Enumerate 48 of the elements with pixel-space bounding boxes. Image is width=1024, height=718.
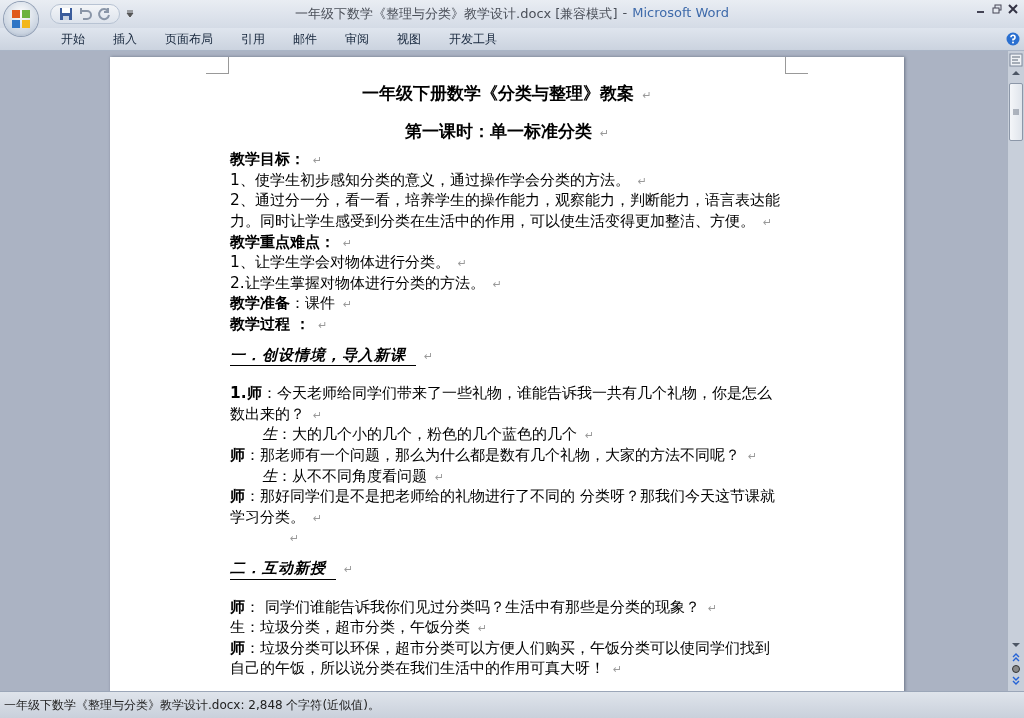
paragraph: 1.师：今天老师给同学们带来了一些礼物，谁能告诉我一共有几个礼物，你是怎么数出来的？ ↵	[230, 384, 772, 423]
restore-icon[interactable]	[992, 4, 1002, 14]
paragraph: 生：垃圾分类，超市分类，午饭分类 ↵	[230, 618, 488, 637]
ribbon-tab[interactable]: 开始	[48, 27, 98, 51]
undo-icon[interactable]	[77, 7, 93, 21]
section-heading: 一．创设情境，导入新课	[230, 344, 416, 367]
corner-mark	[785, 57, 808, 74]
paragraph: 师： 同学们谁能告诉我你们见过分类吗？生活中有那些是分类的现象？ ↵	[230, 597, 718, 616]
section-label: 教学重点难点： ↵	[230, 232, 353, 251]
paragraph-mark: ↵	[424, 349, 434, 363]
paragraph: 师：那老师有一个问题，那么为什么都是数有几个礼物，大家的方法不同呢？ ↵	[230, 445, 758, 464]
status-text: 一年级下数学《整理与分类》教学设计.docx: 2,848 个字符(近似值)。	[4, 696, 380, 714]
ribbon-tab[interactable]: 引用	[228, 27, 278, 51]
paragraph: 师：垃圾分类可以环保，超市分类可以方便人们购买，午饭分类可以使同学们找到自己的午饭，所以说分类在我们生活中的作用可真大呀！ ↵	[230, 638, 770, 678]
paragraph-mark: ↵	[290, 532, 300, 546]
ribbon-tab[interactable]: 插入	[100, 27, 150, 51]
close-icon[interactable]	[1008, 4, 1018, 14]
paragraph: 师：那好同学们是不是把老师给的礼物进行了不同的 分类呀？那我们今天这节课就学习分类。 ↵	[230, 487, 775, 526]
customize-dropdown-icon[interactable]	[126, 10, 134, 18]
section-label: 教学目标： ↵	[230, 150, 323, 169]
paragraph: 2.让学生掌握对物体进行分类的方法。 ↵	[230, 273, 502, 292]
browse-object-icon[interactable]	[1009, 663, 1023, 675]
office-logo-icon	[11, 9, 31, 29]
app-name: Microsoft Word	[632, 5, 729, 22]
section-label: 教学过程 ： ↵	[230, 314, 328, 333]
paragraph: 2、通过分一分，看一看，培养学生的操作能力，观察能力，判断能力，语言表达能力。同时让学生感受到分类在生活中的作用，可以使生活变得更加整洁、方便。 ↵	[230, 191, 780, 230]
ribbon-tab[interactable]: 邮件	[280, 27, 330, 51]
paragraph: 1、使学生初步感知分类的意义，通过操作学会分类的方法。 ↵	[230, 170, 647, 189]
redo-icon[interactable]	[97, 7, 111, 21]
ribbon-tab[interactable]: 开发工具	[436, 27, 510, 51]
document-subtitle: 第一课时：单一标准分类 ↵	[404, 120, 610, 141]
ribbon-tab[interactable]: 审阅	[332, 27, 382, 51]
document-title: 一年级下册数学《分类与整理》教案 ↵	[362, 83, 652, 103]
section-heading: 二．互动新授	[230, 558, 336, 580]
ribbon-tab[interactable]: 视图	[384, 27, 434, 51]
save-icon[interactable]	[59, 7, 73, 21]
office-button[interactable]	[4, 2, 38, 36]
paragraph: 生：从不不同角度看问题 ↵	[262, 466, 445, 485]
paragraph: 1、让学生学会对物体进行分类。 ↵	[230, 253, 467, 272]
paragraph: 生：大的几个小的几个，粉色的几个蓝色的几个 ↵	[262, 425, 595, 444]
scrollbar-thumb[interactable]	[1009, 83, 1023, 141]
title-separator: -	[622, 5, 628, 22]
paragraph-mark: ↵	[344, 563, 354, 577]
paragraph: 教学准备：课件 ↵	[230, 294, 353, 313]
ribbon-tab[interactable]: 页面布局	[152, 27, 226, 51]
help-icon[interactable]	[1006, 32, 1020, 46]
corner-mark	[206, 57, 229, 74]
window-title: 一年级下数学《整理与分类》教学设计.docx [兼容模式]	[295, 5, 618, 23]
